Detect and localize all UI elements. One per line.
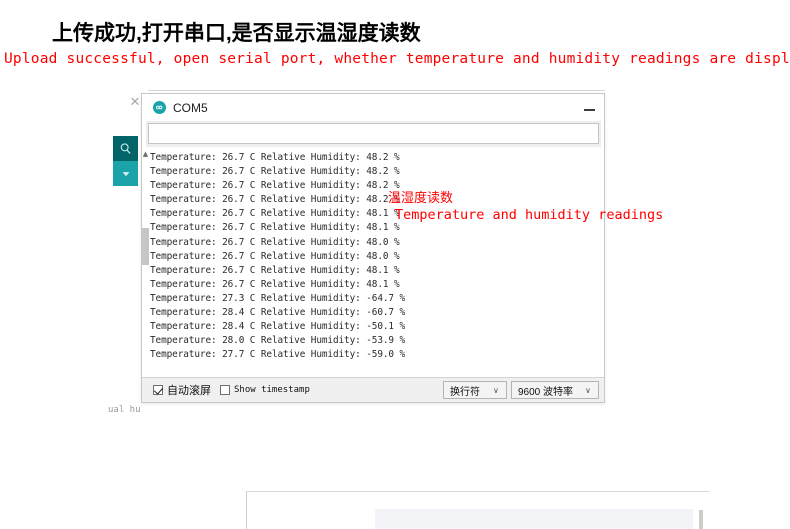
scroll-up-arrow-icon[interactable]: ▲ — [142, 150, 149, 159]
ide-console-panel — [375, 509, 693, 529]
page-title-chinese: 上传成功,打开串口,是否显示温湿度读数 — [52, 22, 421, 45]
close-icon[interactable]: ✕ — [128, 95, 142, 109]
serial-monitor-window: COM5 ▲ Temperature: 26.7 C Relative Humi… — [141, 93, 605, 403]
serial-output-line: Temperature: 26.7 C Relative Humidity: 4… — [150, 180, 400, 192]
ide-console-scrollbar[interactable] — [699, 510, 703, 529]
minimize-icon — [584, 109, 595, 111]
ide-console-divider — [246, 492, 247, 529]
autoscroll-checkbox-row[interactable]: 自动滚屏 — [153, 382, 211, 398]
serial-output-line: Temperature: 27.7 C Relative Humidity: -… — [150, 349, 406, 361]
ide-toolbar-divider — [148, 90, 605, 91]
serial-send-input[interactable] — [148, 123, 599, 144]
line-ending-value: 换行符 — [450, 386, 480, 398]
serial-monitor-title: COM5 — [173, 100, 208, 115]
chevron-down-icon — [122, 171, 129, 176]
serial-output-line: Temperature: 26.7 C Relative Humidity: 4… — [150, 166, 400, 178]
search-icon — [120, 143, 131, 154]
serial-output-area: ▲ Temperature: 26.7 C Relative Humidity:… — [142, 150, 604, 378]
serial-output-line: Temperature: 26.7 C Relative Humidity: 4… — [150, 222, 400, 234]
chevron-down-icon: ∨ — [585, 386, 591, 395]
annotation-chinese: 温湿度读数 — [388, 190, 454, 205]
serial-output-line: Temperature: 28.4 C Relative Humidity: -… — [150, 307, 406, 319]
ide-console-area — [246, 491, 710, 529]
serial-monitor-titlebar[interactable]: COM5 — [142, 94, 604, 121]
autoscroll-label: 自动滚屏 — [167, 385, 211, 397]
serial-output-line: Temperature: 26.7 C Relative Humidity: 4… — [150, 278, 400, 290]
serial-output-line: Temperature: 26.7 C Relative Humidity: 4… — [150, 194, 400, 206]
serial-output-line: Temperature: 27.3 C Relative Humidity: -… — [150, 292, 406, 304]
serial-output-line: Temperature: 28.0 C Relative Humidity: -… — [150, 335, 406, 347]
serial-output-line: Temperature: 28.4 C Relative Humidity: -… — [150, 321, 406, 333]
search-button[interactable] — [113, 136, 138, 161]
baud-rate-value: 9600 波特率 — [518, 386, 574, 398]
chevron-down-icon: ∨ — [493, 386, 499, 395]
serial-output-line: Temperature: 26.7 C Relative Humidity: 4… — [150, 152, 400, 163]
minimize-button[interactable] — [583, 103, 596, 116]
serial-output-line: Temperature: 26.7 C Relative Humidity: 4… — [150, 264, 400, 276]
autoscroll-checkbox[interactable] — [153, 385, 163, 395]
timestamp-checkbox-row[interactable]: Show timestamp — [220, 385, 310, 395]
arduino-logo-icon — [153, 101, 166, 114]
line-ending-dropdown[interactable]: 换行符 ∨ — [443, 381, 507, 399]
scroll-down-button[interactable] — [113, 161, 138, 186]
page-title-english: Upload successful, open serial port, whe… — [4, 51, 790, 67]
serial-output-line: Temperature: 26.7 C Relative Humidity: 4… — [150, 236, 400, 248]
ide-sidebar-buttons — [113, 136, 138, 186]
timestamp-label: Show timestamp — [234, 385, 310, 395]
scrollbar-thumb[interactable] — [142, 228, 149, 265]
baud-rate-dropdown[interactable]: 9600 波特率 ∨ — [511, 381, 599, 399]
serial-output-line: Temperature: 26.7 C Relative Humidity: 4… — [150, 250, 400, 262]
timestamp-checkbox[interactable] — [220, 385, 230, 395]
serial-monitor-bottom-bar: 自动滚屏 Show timestamp 换行符 ∨ 9600 波特率 ∨ — [142, 377, 604, 402]
ide-editor-text-fragment: ual hu — [108, 405, 141, 415]
serial-output-scrollbar[interactable]: ▲ — [142, 150, 149, 378]
serial-send-row — [146, 121, 601, 147]
annotation-english: Temperature and humidity readings — [395, 207, 664, 223]
serial-output-lines: Temperature: 26.7 C Relative Humidity: 4… — [150, 151, 600, 362]
